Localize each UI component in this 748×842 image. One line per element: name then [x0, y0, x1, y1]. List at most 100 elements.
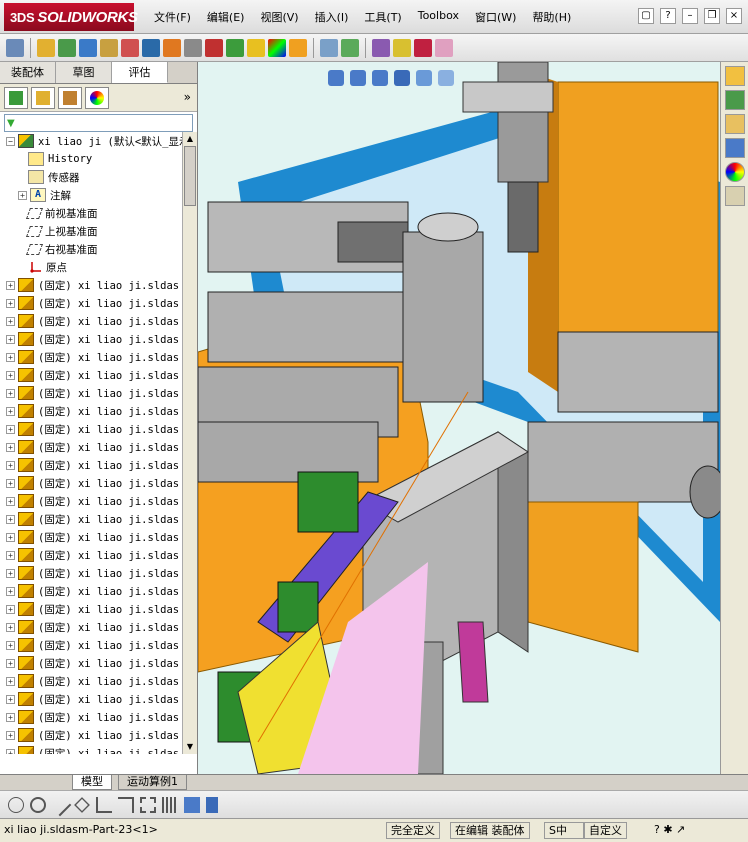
bill-of-materials-icon[interactable] [226, 38, 244, 57]
expand-icon[interactable]: + [6, 586, 15, 596]
expand-icon[interactable]: + [6, 604, 15, 614]
tree-item-component[interactable]: + (固定) xi liao ji.sldas [0, 654, 182, 672]
tree-item-component[interactable]: + (固定) xi liao ji.sldas [0, 420, 182, 438]
menu-help[interactable]: 帮助(H) [524, 9, 579, 25]
expand-icon[interactable]: + [6, 406, 15, 416]
grid-icon[interactable] [162, 796, 178, 813]
tree-item-right-plane[interactable]: 右视基准面 [0, 240, 182, 258]
file-explorer-icon[interactable] [725, 114, 745, 134]
tree-item-component[interactable]: + (固定) xi liao ji.sldas [0, 600, 182, 618]
dimension-icon[interactable] [206, 796, 218, 813]
expand-icon[interactable]: + [6, 658, 15, 668]
expand-icon[interactable]: + [6, 370, 15, 380]
circle-icon[interactable] [30, 796, 46, 813]
expand-icon[interactable]: + [6, 550, 15, 560]
scroll-up-icon[interactable]: ▲ [183, 132, 197, 146]
tree-item-component[interactable]: + (固定) xi liao ji.sldas [0, 348, 182, 366]
trim-icon[interactable] [96, 796, 112, 813]
menu-tools[interactable]: 工具(T) [356, 9, 409, 25]
expand-icon[interactable]: + [6, 640, 15, 650]
tree-item-component[interactable]: + (固定) xi liao ji.sldas [0, 510, 182, 528]
configuration-manager-tab[interactable] [58, 86, 82, 109]
minimize-button[interactable]: – [682, 8, 698, 24]
expand-icon[interactable]: + [6, 460, 15, 470]
expand-icon[interactable]: + [6, 334, 15, 344]
check-icon[interactable] [435, 38, 453, 57]
expand-icon[interactable]: + [6, 388, 15, 398]
move-component-icon[interactable] [121, 38, 139, 57]
view-orientation-icon[interactable] [416, 70, 432, 86]
tree-item-component[interactable]: + (固定) xi liao ji.sldas [0, 744, 182, 754]
expand-icon[interactable]: + [6, 478, 15, 488]
tab-sketch[interactable]: 草图 [56, 62, 112, 83]
tree-item-component[interactable]: + (固定) xi liao ji.sldas [0, 294, 182, 312]
mass-properties-icon[interactable] [393, 38, 411, 57]
tree-item-history[interactable]: History [0, 150, 182, 168]
scrollbar-thumb[interactable] [184, 146, 196, 206]
offset-icon[interactable] [140, 796, 156, 813]
resources-icon[interactable] [725, 66, 745, 86]
tree-item-top-plane[interactable]: 上视基准面 [0, 222, 182, 240]
expand-icon[interactable]: + [6, 316, 15, 326]
filter-icon[interactable]: ▼ [7, 118, 15, 129]
previous-view-icon[interactable] [372, 70, 388, 86]
clearance-verification-icon[interactable] [341, 38, 359, 57]
3d-view-icon[interactable] [184, 796, 200, 813]
polygon-icon[interactable] [74, 796, 90, 813]
warning-icon[interactable] [289, 38, 307, 57]
menu-toolbox[interactable]: Toolbox [410, 9, 467, 25]
tree-item-component[interactable]: + (固定) xi liao ji.sldas [0, 690, 182, 708]
mate-icon[interactable] [58, 38, 76, 57]
tree-item-component[interactable]: + (固定) xi liao ji.sldas [0, 708, 182, 726]
menu-insert[interactable]: 插入(I) [307, 9, 357, 25]
tree-item-component[interactable]: + (固定) xi liao ji.sldas [0, 366, 182, 384]
tree-item-sensors[interactable]: 传感器 [0, 168, 182, 186]
design-library-icon[interactable] [725, 90, 745, 110]
expand-icon[interactable]: + [6, 748, 15, 754]
scroll-down-icon[interactable]: ▼ [183, 740, 197, 754]
interference-detection-icon[interactable] [320, 38, 338, 57]
tab-evaluate[interactable]: 评估 [112, 62, 168, 83]
tab-assembly[interactable]: 装配体 [0, 62, 56, 83]
point-icon[interactable] [8, 796, 24, 813]
insert-component-icon[interactable] [37, 38, 55, 57]
tree-item-component[interactable]: + (固定) xi liao ji.sldas [0, 384, 182, 402]
reference-geometry-icon[interactable] [184, 38, 202, 57]
tree-item-annotations[interactable]: + A 注解 [0, 186, 182, 204]
menu-file[interactable]: 文件(F) [146, 9, 199, 25]
ime-icon[interactable]: S中 [544, 822, 584, 839]
expand-icon[interactable]: + [6, 496, 15, 506]
line-icon[interactable] [48, 793, 72, 816]
expand-icon[interactable]: + [6, 730, 15, 740]
exploded-view-icon[interactable] [247, 38, 265, 57]
expand-icon[interactable]: + [6, 442, 15, 452]
tree-item-component[interactable]: + (固定) xi liao ji.sldas [0, 528, 182, 546]
assembly-features-icon[interactable] [163, 38, 181, 57]
expand-icon[interactable]: + [6, 280, 15, 290]
extend-icon[interactable] [118, 796, 134, 813]
smart-fasteners-icon[interactable] [100, 38, 118, 57]
select-icon[interactable] [6, 38, 24, 57]
tree-root[interactable]: − xi liao ji (默认<默认_显示 [0, 132, 182, 150]
solidworks-logo[interactable]: 3DS SOLIDWORKS [4, 3, 138, 31]
expand-icon[interactable]: + [6, 568, 15, 578]
expand-icon[interactable]: + [6, 514, 15, 524]
tab-motion-study[interactable]: 运动算例1 [118, 775, 187, 790]
custom-properties-icon[interactable] [725, 186, 745, 206]
menu-edit[interactable]: 编辑(E) [199, 9, 253, 25]
zoom-area-icon[interactable] [350, 70, 366, 86]
tree-item-component[interactable]: + (固定) xi liao ji.sldas [0, 276, 182, 294]
expand-icon[interactable]: + [6, 298, 15, 308]
help-status-icon[interactable]: ? ✱ ↗ [650, 822, 746, 839]
tree-item-component[interactable]: + (固定) xi liao ji.sldas [0, 726, 182, 744]
expand-icon[interactable]: + [6, 694, 15, 704]
tree-item-component[interactable]: + (固定) xi liao ji.sldas [0, 672, 182, 690]
property-manager-tab[interactable] [31, 86, 55, 109]
tree-item-component[interactable]: + (固定) xi liao ji.sldas [0, 564, 182, 582]
tree-scrollbar[interactable]: ▲ ▼ [182, 132, 197, 754]
tree-item-component[interactable]: + (固定) xi liao ji.sldas [0, 456, 182, 474]
help-icon[interactable]: ? [660, 8, 676, 24]
tree-item-component[interactable]: + (固定) xi liao ji.sldas [0, 546, 182, 564]
tab-model[interactable]: 模型 [72, 775, 112, 790]
tree-item-component[interactable]: + (固定) xi liao ji.sldas [0, 330, 182, 348]
